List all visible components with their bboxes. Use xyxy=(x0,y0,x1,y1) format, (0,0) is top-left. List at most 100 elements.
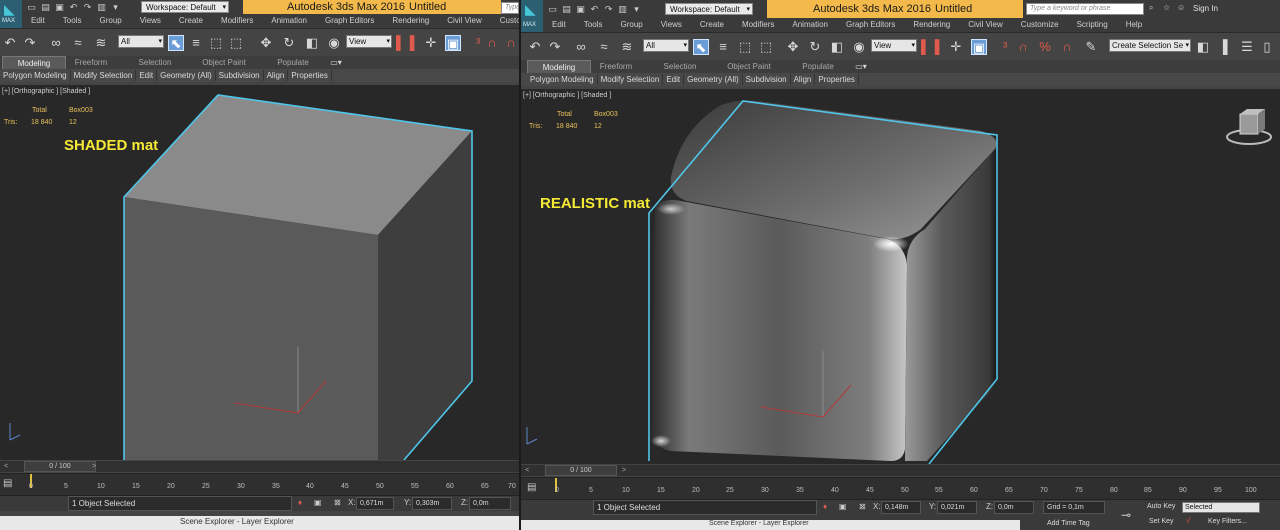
tab-object-paint[interactable]: Object Paint xyxy=(194,56,254,69)
track-bar-icon[interactable]: ▤ xyxy=(3,478,15,490)
percent-snap-icon[interactable]: ∩ xyxy=(503,35,519,51)
snap-toggle-icon[interactable]: ³ xyxy=(997,39,1013,55)
menu-modifiers[interactable]: Modifiers xyxy=(212,14,262,28)
edit-named-selection-icon[interactable]: ✎ xyxy=(1083,39,1099,55)
panel-edit[interactable]: Edit xyxy=(136,70,158,81)
panel-subdivision[interactable]: Subdivision xyxy=(743,74,791,85)
redo-icon[interactable]: ↷ xyxy=(22,35,38,51)
menu-views[interactable]: Views xyxy=(652,18,691,32)
unlink-icon[interactable]: ≈ xyxy=(596,39,612,55)
pivot-icon[interactable]: ▌▐ xyxy=(921,39,939,55)
tab-modeling[interactable]: Modeling xyxy=(527,60,591,73)
set-key-button[interactable]: Set Key xyxy=(1149,518,1174,525)
tab-object-paint[interactable]: Object Paint xyxy=(719,60,779,73)
viewport[interactable]: [+] [Orthographic ] [Shaded ] Total Box0… xyxy=(0,85,519,460)
search-input[interactable]: Type xyxy=(501,2,519,14)
workspace-dropdown[interactable]: Workspace: Default xyxy=(665,3,753,16)
user-icon[interactable]: ☺ xyxy=(1177,3,1185,12)
tab-modeling[interactable]: Modeling xyxy=(2,56,66,69)
menu-graph-editors[interactable]: Graph Editors xyxy=(837,18,904,32)
track-bar[interactable]: ▤ 0 5 10 15 20 25 30 35 40 45 50 55 60 6… xyxy=(0,473,519,495)
menu-tools[interactable]: Tools xyxy=(575,18,612,32)
link-icon[interactable]: ∞ xyxy=(48,35,64,51)
spinner-snap-icon[interactable]: ∩ xyxy=(1059,39,1075,55)
selection-filter-dropdown[interactable]: All xyxy=(643,39,689,52)
menu-tools[interactable]: Tools xyxy=(54,14,91,28)
menu-edit[interactable]: Edit xyxy=(22,14,54,28)
bind-spacewarp-icon[interactable]: ≋ xyxy=(93,35,109,51)
auto-key-button[interactable]: Auto Key xyxy=(1147,503,1175,510)
menu-civil-view[interactable]: Civil View xyxy=(959,18,1012,32)
panel-align[interactable]: Align xyxy=(264,70,289,81)
prev-frame-icon[interactable]: < xyxy=(525,465,529,476)
panel-modify-selection[interactable]: Modify Selection xyxy=(71,70,137,81)
manipulate-icon[interactable]: ✛ xyxy=(423,35,439,51)
realistic-cube[interactable] xyxy=(521,89,1280,464)
app-logo[interactable]: ◣ MAX xyxy=(521,0,543,32)
app-logo[interactable]: ◣ MAX xyxy=(0,0,22,28)
prev-frame-icon[interactable]: < xyxy=(4,461,8,472)
align-icon[interactable]: ▐ xyxy=(1215,39,1231,55)
menu-rendering[interactable]: Rendering xyxy=(904,18,959,32)
viewport[interactable]: [+] [Orthographic ] [Shaded ] Total Box0… xyxy=(521,89,1280,464)
time-slider-thumb[interactable]: 0 / 100 xyxy=(24,461,96,472)
x-coordinate-field[interactable]: 0,671m xyxy=(356,497,394,510)
dropdown-icon[interactable]: ▾ xyxy=(631,4,642,14)
move-icon[interactable]: ✥ xyxy=(258,35,274,51)
scene-explorer-title[interactable]: Scene Explorer - Layer Explorer xyxy=(180,517,294,526)
menu-group[interactable]: Group xyxy=(611,18,651,32)
undo-icon[interactable]: ↶ xyxy=(2,35,18,51)
selection-filter-dropdown[interactable]: All xyxy=(118,35,164,48)
project-icon[interactable]: ▥ xyxy=(96,2,107,12)
menu-edit[interactable]: Edit xyxy=(543,18,575,32)
placement-icon[interactable]: ◉ xyxy=(851,39,867,55)
isolate-icon[interactable]: ♦ xyxy=(823,502,827,511)
scene-explorer-title[interactable]: Scene Explorer - Layer Explorer xyxy=(709,520,809,527)
viewcube-icon[interactable] xyxy=(1226,109,1272,145)
search-icon[interactable]: ⌕ xyxy=(1149,3,1153,13)
z-coordinate-field[interactable]: 0,0m xyxy=(994,501,1034,514)
menu-views[interactable]: Views xyxy=(131,14,170,28)
graphite-toolbar-icon[interactable]: ▯ xyxy=(1259,39,1275,55)
search-input[interactable]: Type a keyword or phrase xyxy=(1026,3,1144,15)
y-coordinate-field[interactable]: 0,021m xyxy=(937,501,977,514)
mirror-icon[interactable]: ◧ xyxy=(1195,39,1211,55)
sign-in-link[interactable]: Sign In xyxy=(1193,4,1218,13)
panel-subdivision[interactable]: Subdivision xyxy=(216,70,264,81)
angle-snap-icon[interactable]: ∩ xyxy=(484,35,500,51)
keyboard-override-icon[interactable]: ▣ xyxy=(971,39,987,55)
move-icon[interactable]: ✥ xyxy=(785,39,801,55)
menu-animation[interactable]: Animation xyxy=(783,18,837,32)
panel-modify-selection[interactable]: Modify Selection xyxy=(598,74,664,85)
transform-mode-icon[interactable]: ⊠ xyxy=(334,498,341,507)
add-time-tag-button[interactable]: Add Time Tag xyxy=(1047,520,1090,527)
open-file-icon[interactable]: ▤ xyxy=(561,4,572,14)
tab-freeform[interactable]: Freeform xyxy=(591,60,641,73)
angle-snap-icon[interactable]: ∩ xyxy=(1015,39,1031,55)
select-by-name-icon[interactable]: ≡ xyxy=(188,35,204,51)
transform-mode-icon[interactable]: ⊠ xyxy=(859,502,866,511)
unlink-icon[interactable]: ≈ xyxy=(70,35,86,51)
menu-modifiers[interactable]: Modifiers xyxy=(733,18,783,32)
tab-selection[interactable]: Selection xyxy=(653,60,707,73)
new-file-icon[interactable]: ▭ xyxy=(26,2,37,12)
scale-icon[interactable]: ◧ xyxy=(304,35,320,51)
keyboard-override-icon[interactable]: ▣ xyxy=(445,35,461,51)
ribbon-options-icon[interactable]: ▭▾ xyxy=(328,56,344,69)
dropdown-icon[interactable]: ▾ xyxy=(110,2,121,12)
redo-icon[interactable]: ↷ xyxy=(603,4,614,14)
menu-create[interactable]: Create xyxy=(691,18,733,32)
shaded-cube[interactable] xyxy=(0,85,519,460)
percent-snap-icon[interactable]: % xyxy=(1037,39,1053,55)
save-icon[interactable]: ▣ xyxy=(54,2,65,12)
selected-dropdown[interactable]: Selected xyxy=(1182,502,1260,513)
create-selection-set-dropdown[interactable]: Create Selection Se xyxy=(1109,39,1191,52)
next-frame-icon[interactable]: > xyxy=(622,465,626,476)
undo-icon[interactable]: ↶ xyxy=(589,4,600,14)
panel-properties[interactable]: Properties xyxy=(288,70,332,81)
pivot-icon[interactable]: ▌▐ xyxy=(396,35,414,51)
rectangular-selection-icon[interactable]: ⬚ xyxy=(737,39,753,55)
window-crossing-icon[interactable]: ⬚ xyxy=(758,39,774,55)
select-object-icon[interactable]: ⬉ xyxy=(693,39,709,55)
ribbon-options-icon[interactable]: ▭▾ xyxy=(853,60,869,73)
